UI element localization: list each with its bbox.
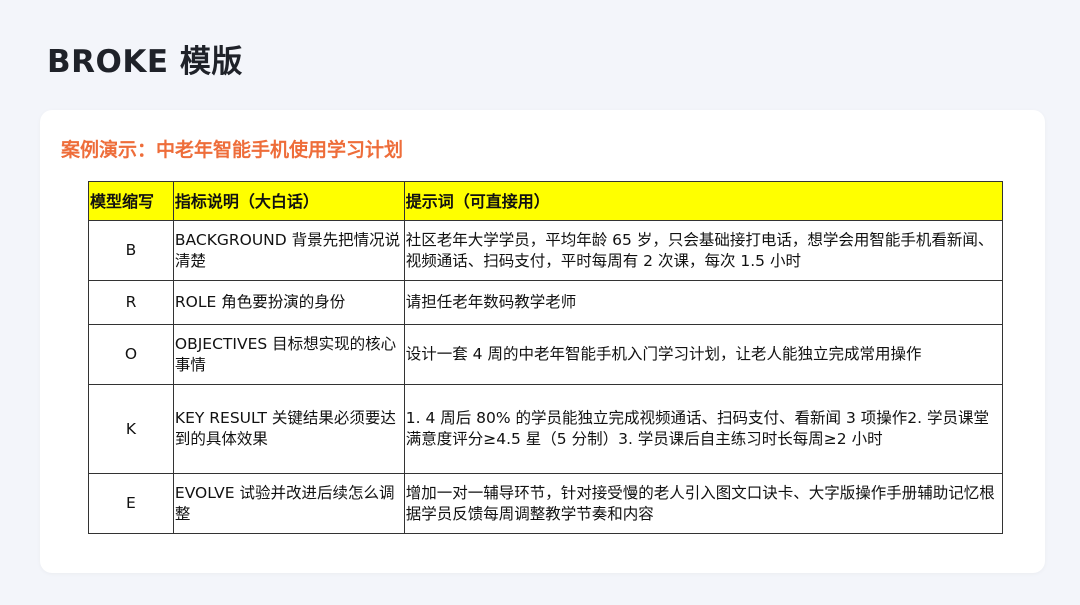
table-row: B BACKGROUND 背景先把情况说清楚 社区老年大学学员，平均年龄 65 … (88, 220, 1004, 281)
table-row: R ROLE 角色要扮演的身份 请担任老年数码教学老师 (88, 280, 1004, 325)
header-desc: 指标说明（大白话） (172, 181, 405, 221)
page-title: BROKE 模版 (47, 44, 243, 80)
table-header-row: 模型缩写 指标说明（大白话） 提示词（可直接用） (88, 181, 1004, 221)
row-desc: EVOLVE 试验并改进后续怎么调整 (172, 473, 405, 534)
row-abbr: K (88, 384, 174, 474)
row-abbr: R (88, 280, 174, 325)
row-desc: KEY RESULT 关键结果必须要达到的具体效果 (172, 384, 405, 474)
row-desc: BACKGROUND 背景先把情况说清楚 (172, 220, 405, 281)
row-prompt: 请担任老年数码教学老师 (403, 280, 1004, 325)
header-abbr: 模型缩写 (88, 181, 174, 221)
table-row: K KEY RESULT 关键结果必须要达到的具体效果 1. 4 周后 80% … (88, 384, 1004, 474)
row-prompt: 社区老年大学学员，平均年龄 65 岁，只会基础接打电话，想学会用智能手机看新闻、… (403, 220, 1004, 281)
row-abbr: O (88, 324, 174, 385)
broke-table: 模型缩写 指标说明（大白话） 提示词（可直接用） B BACKGROUND 背景… (88, 181, 1004, 534)
table-row: O OBJECTIVES 目标想实现的核心事情 设计一套 4 周的中老年智能手机… (88, 324, 1004, 385)
case-title: 案例演示：中老年智能手机使用学习计划 (61, 139, 404, 161)
row-desc: ROLE 角色要扮演的身份 (172, 280, 405, 325)
row-prompt: 增加一对一辅导环节，针对接受慢的老人引入图文口诀卡、大字版操作手册辅助记忆根据学… (403, 473, 1004, 534)
header-prompt: 提示词（可直接用） (403, 181, 1004, 221)
row-prompt: 设计一套 4 周的中老年智能手机入门学习计划，让老人能独立完成常用操作 (403, 324, 1004, 385)
content-card: 案例演示：中老年智能手机使用学习计划 模型缩写 指标说明（大白话） 提示词（可直… (40, 110, 1045, 573)
row-abbr: E (88, 473, 174, 534)
row-abbr: B (88, 220, 174, 281)
table-row: E EVOLVE 试验并改进后续怎么调整 增加一对一辅导环节，针对接受慢的老人引… (88, 473, 1004, 534)
row-prompt: 1. 4 周后 80% 的学员能独立完成视频通话、扫码支付、看新闻 3 项操作2… (403, 384, 1004, 474)
row-desc: OBJECTIVES 目标想实现的核心事情 (172, 324, 405, 385)
